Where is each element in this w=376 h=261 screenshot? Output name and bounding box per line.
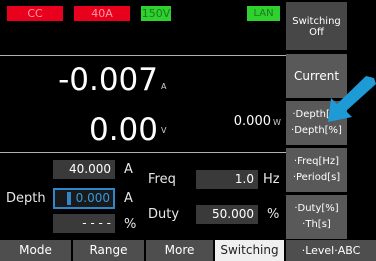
freq-value-field[interactable]: 1.0 xyxy=(196,170,258,189)
duty-th-softkey[interactable]: ·Duty[%] ·Th[s] xyxy=(286,195,347,239)
current-range-indicator: 40A xyxy=(74,6,130,21)
freq-label: Freq xyxy=(148,172,176,187)
mode-indicator: CC xyxy=(7,6,63,21)
power-unit: W xyxy=(273,118,281,127)
status-bar: CC 40A 150V LAN xyxy=(0,0,286,22)
depth-unit: A xyxy=(124,191,133,206)
depth-value: 0.000 xyxy=(75,191,110,205)
freq-unit: Hz xyxy=(263,172,280,187)
duty-label: Duty xyxy=(148,207,180,222)
main-display: CC 40A 150V LAN -0.007 A 0.00 V 0.000 W … xyxy=(0,0,286,261)
depth-input[interactable]: 0.000 xyxy=(53,188,115,209)
softkey-label: ·Th[s] xyxy=(302,219,331,230)
switching-off-softkey[interactable]: Switching Off xyxy=(286,2,347,50)
depth-percent-field[interactable]: - - - - xyxy=(53,214,115,233)
voltage-range-indicator: 150V xyxy=(141,6,171,21)
pointer-arrow-icon xyxy=(328,76,376,122)
duty-value-field[interactable]: 50.000 xyxy=(196,205,258,224)
depth-label: Depth xyxy=(6,191,46,206)
input-cursor xyxy=(67,192,71,205)
depth-percent-unit: % xyxy=(124,217,137,232)
freq-period-softkey[interactable]: ·Freq[Hz] ·Period[s] xyxy=(286,148,347,192)
level-unit: A xyxy=(124,162,133,177)
instrument-screen: CC 40A 150V LAN -0.007 A 0.00 V 0.000 W … xyxy=(0,0,376,261)
divider xyxy=(0,152,286,153)
tab-range[interactable]: Range xyxy=(73,240,144,261)
tab-switching[interactable]: Switching xyxy=(215,240,284,261)
tab-more[interactable]: More xyxy=(146,240,213,261)
softkey-label: Off xyxy=(309,27,324,38)
bottom-tab-bar: Mode Range More Switching ·Level·ABC xyxy=(0,239,376,261)
power-readout: 0.000 xyxy=(233,114,271,129)
softkey-label: Switching xyxy=(292,16,341,27)
tab-level-abc[interactable]: ·Level·ABC xyxy=(286,240,376,261)
voltage-unit: V xyxy=(161,126,167,135)
divider xyxy=(0,55,286,56)
current-readout: -0.007 xyxy=(58,62,158,98)
softkey-label: ·Freq[Hz] xyxy=(293,156,340,167)
softkey-label: ·Period[s] xyxy=(292,172,341,183)
current-unit: A xyxy=(161,82,167,91)
tab-mode[interactable]: Mode xyxy=(0,240,71,261)
level-value-field[interactable]: 40.000 xyxy=(53,160,115,179)
voltage-readout: 0.00 xyxy=(88,112,158,148)
softkey-label: ·Depth[%] xyxy=(291,125,342,136)
duty-unit: % xyxy=(267,207,280,222)
softkey-label: ·Duty[%] xyxy=(294,203,339,214)
lan-indicator: LAN xyxy=(247,6,280,21)
